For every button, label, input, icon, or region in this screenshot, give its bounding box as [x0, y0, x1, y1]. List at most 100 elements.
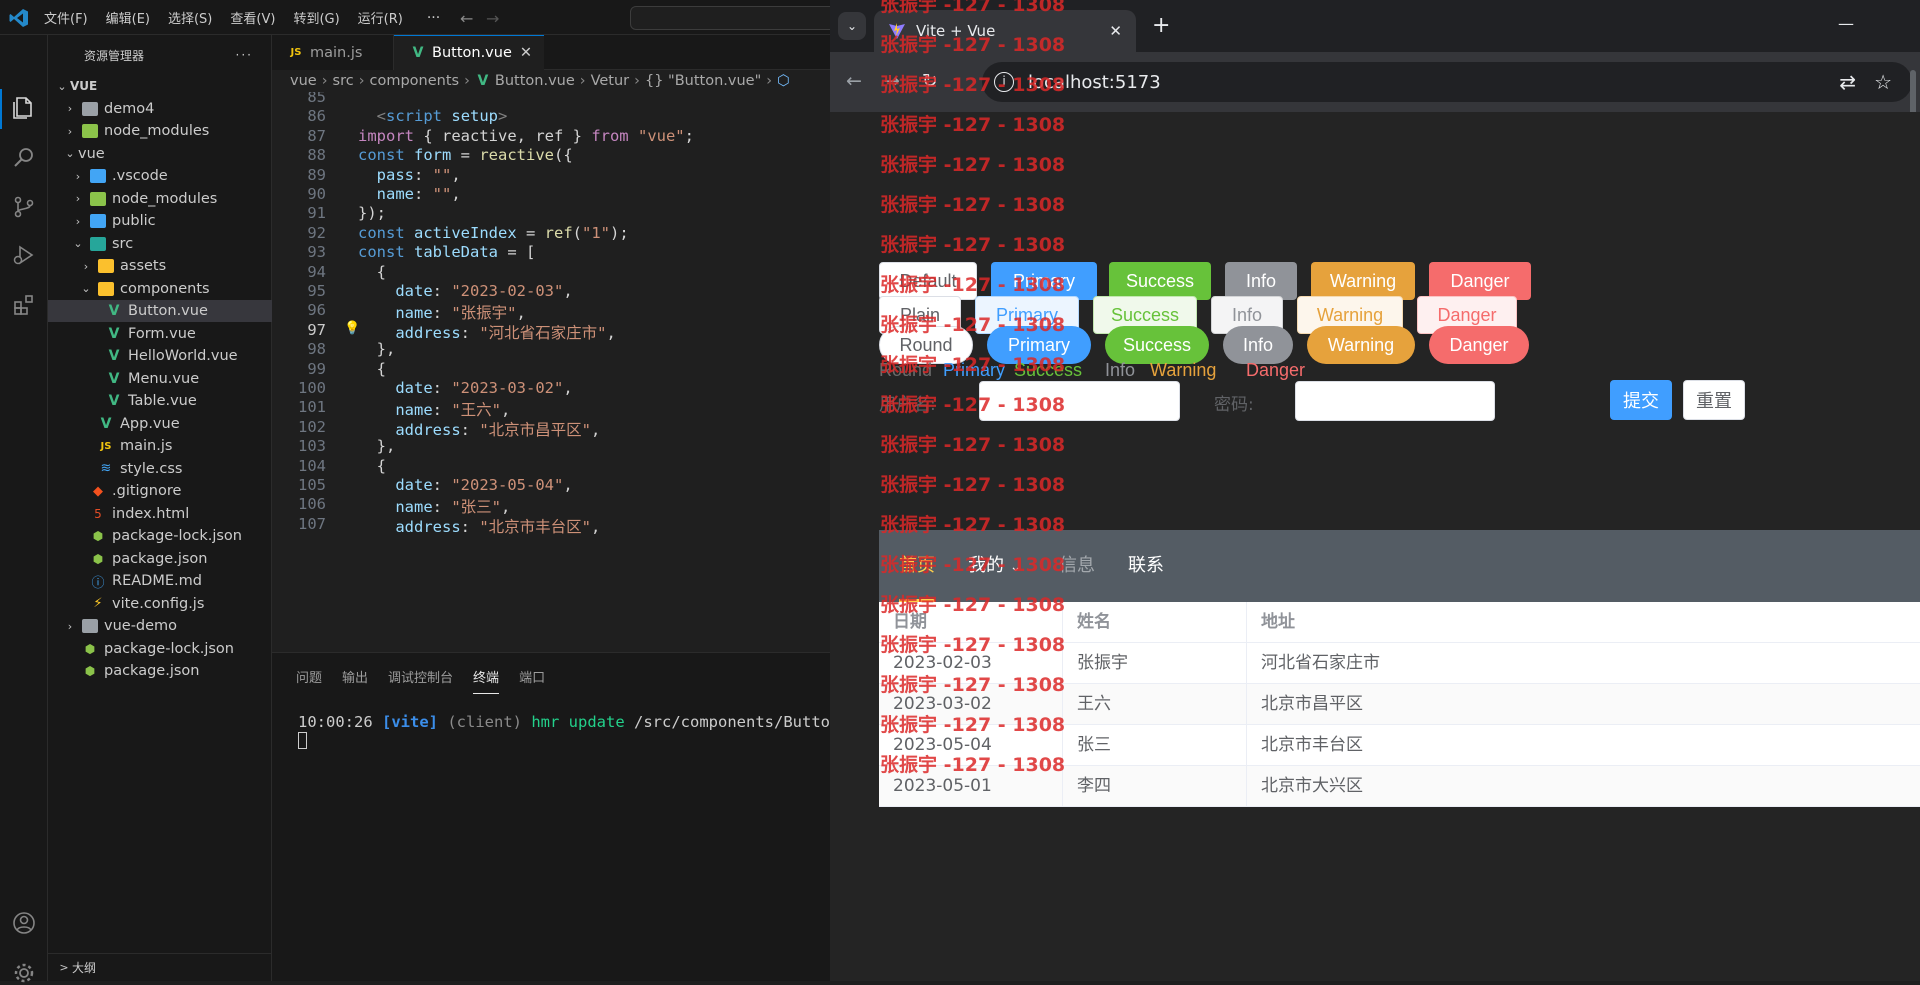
- translate-icon[interactable]: ⇄: [1839, 70, 1856, 94]
- table-row[interactable]: 2023-03-02 王六 北京市昌平区: [879, 684, 1920, 725]
- password-input[interactable]: [1295, 381, 1495, 421]
- menu-file[interactable]: 文件(F): [44, 8, 88, 27]
- danger-text-button[interactable]: Danger: [1246, 360, 1305, 381]
- tree-item[interactable]: V HelloWorld.vue: [48, 345, 272, 367]
- tab-problems[interactable]: 问题: [296, 667, 322, 686]
- tree-item[interactable]: V Menu.vue: [48, 368, 272, 390]
- tab-button-vue[interactable]: V Button.vue ✕: [394, 35, 544, 70]
- close-tab-icon[interactable]: ✕: [520, 45, 532, 61]
- table-row[interactable]: 2023-05-04 张三 北京市丰台区: [879, 725, 1920, 766]
- forward-arrow-icon[interactable]: →: [884, 70, 900, 92]
- account-icon[interactable]: [12, 911, 36, 935]
- explorer-more-button[interactable]: ···: [236, 48, 253, 62]
- success-text-button[interactable]: Success: [1014, 360, 1082, 381]
- tree-item[interactable]: V App.vue: [48, 413, 272, 435]
- info-text-button[interactable]: Info: [1105, 360, 1135, 381]
- info-button[interactable]: Info: [1223, 326, 1293, 364]
- tree-item[interactable]: V Table.vue: [48, 390, 272, 412]
- tab-terminal[interactable]: 终端: [473, 667, 500, 694]
- minimize-button[interactable]: —: [1838, 14, 1854, 33]
- username-input[interactable]: [979, 381, 1180, 421]
- tree-item[interactable]: › assets: [48, 255, 272, 277]
- tree-item[interactable]: › node_modules: [48, 188, 272, 210]
- default-button[interactable]: Default: [879, 262, 977, 300]
- round-button[interactable]: Round: [879, 326, 973, 364]
- menu-more-button[interactable]: ···: [427, 10, 440, 26]
- tree-item[interactable]: ⌄ components: [48, 278, 272, 300]
- tree-item[interactable]: ◆ .gitignore: [48, 480, 272, 502]
- breadcrumb-item[interactable]: Button.vue: [495, 73, 575, 89]
- breadcrumb-item[interactable]: Vetur: [591, 73, 630, 89]
- tab-output[interactable]: 输出: [342, 667, 368, 686]
- info-button[interactable]: Info: [1225, 262, 1297, 300]
- tree-item[interactable]: › public: [48, 210, 272, 232]
- back-arrow-icon[interactable]: ←: [846, 70, 862, 92]
- run-debug-icon[interactable]: [12, 243, 36, 267]
- breadcrumb-item[interactable]: src: [333, 73, 354, 89]
- menu-item-mine[interactable]: 我的 ⌄: [968, 530, 1021, 602]
- menu-view[interactable]: 查看(V): [230, 8, 275, 27]
- tree-item[interactable]: ⓘ README.md: [48, 570, 272, 592]
- command-center-search[interactable]: [630, 6, 840, 30]
- site-info-icon[interactable]: i: [994, 72, 1014, 92]
- tree-item[interactable]: ⬢ package-lock.json: [48, 638, 272, 660]
- danger-button[interactable]: Danger: [1429, 262, 1531, 300]
- tree-item[interactable]: ⬢ package-lock.json: [48, 525, 272, 547]
- tree-item[interactable]: › .vscode: [48, 165, 272, 187]
- reload-icon[interactable]: ↻: [922, 70, 938, 92]
- tree-item[interactable]: ⌄ VUE: [48, 75, 272, 97]
- tab-ports[interactable]: 端口: [519, 667, 545, 686]
- explorer-icon[interactable]: [12, 95, 36, 119]
- tree-item[interactable]: ≋ style.css: [48, 458, 272, 480]
- new-tab-button[interactable]: +: [1152, 13, 1170, 38]
- round-text-button[interactable]: Round: [879, 360, 932, 381]
- tree-item[interactable]: V Button.vue: [48, 300, 272, 322]
- menu-edit[interactable]: 编辑(E): [106, 8, 150, 27]
- back-arrow-icon[interactable]: ←: [460, 9, 473, 28]
- tree-item[interactable]: › demo4: [48, 98, 272, 120]
- terminal-output[interactable]: 10:00:26 [vite] (client) hmr update /src…: [298, 713, 849, 749]
- code-editor[interactable]: 85 86 <script setup> 87 import { reactive, …: [272, 92, 830, 652]
- tree-item[interactable]: ⌄ vue: [48, 143, 272, 165]
- bookmark-star-icon[interactable]: ☆: [1874, 70, 1892, 94]
- tree-item[interactable]: ⬢ package.json: [48, 548, 272, 570]
- breadcrumb-item[interactable]: vue: [290, 73, 317, 89]
- tab-main-js[interactable]: JS main.js: [272, 35, 394, 70]
- tree-item[interactable]: ⚡ vite.config.js: [48, 593, 272, 615]
- menu-item-contact[interactable]: 联系: [1128, 530, 1164, 602]
- primary-text-button[interactable]: Primary: [943, 360, 1005, 381]
- reset-button[interactable]: 重置: [1683, 380, 1745, 420]
- tree-item[interactable]: 5 index.html: [48, 503, 272, 525]
- submit-button[interactable]: 提交: [1610, 380, 1672, 420]
- tree-item[interactable]: ⬢ package.json: [48, 660, 272, 682]
- settings-gear-icon[interactable]: [12, 961, 36, 985]
- address-bar[interactable]: i localhost:5173 ⇄ ☆: [982, 62, 1912, 102]
- success-button[interactable]: Success: [1105, 326, 1209, 364]
- tab-debug-console[interactable]: 调试控制台: [388, 667, 453, 686]
- success-button[interactable]: Success: [1109, 262, 1211, 300]
- menu-item-home[interactable]: 首页: [899, 530, 935, 602]
- forward-arrow-icon[interactable]: →: [486, 9, 499, 28]
- breadcrumb-item[interactable]: {} "Button.vue": [645, 73, 761, 89]
- warning-button[interactable]: Warning: [1311, 262, 1415, 300]
- browser-tab[interactable]: Vite + Vue ✕: [874, 10, 1136, 52]
- tree-item[interactable]: JS main.js: [48, 435, 272, 457]
- warning-button[interactable]: Warning: [1307, 326, 1415, 364]
- primary-button[interactable]: Primary: [987, 326, 1091, 364]
- tree-item[interactable]: › node_modules: [48, 120, 272, 142]
- warning-text-button[interactable]: Warning: [1150, 360, 1216, 381]
- close-tab-icon[interactable]: ✕: [1109, 22, 1122, 40]
- search-icon[interactable]: [12, 145, 36, 169]
- outline-section[interactable]: > 大纲: [48, 953, 272, 981]
- table-row[interactable]: 2023-05-01 李四 北京市大兴区: [879, 766, 1920, 807]
- breadcrumb-item[interactable]: components: [370, 73, 460, 89]
- tree-item[interactable]: ⌄ src: [48, 233, 272, 255]
- menu-run[interactable]: 运行(R): [358, 8, 403, 27]
- tree-item[interactable]: V Form.vue: [48, 323, 272, 345]
- table-row[interactable]: 2023-02-03 张振宇 河北省石家庄市: [879, 643, 1920, 684]
- danger-button[interactable]: Danger: [1429, 326, 1529, 364]
- tab-search-button[interactable]: ⌄: [838, 12, 866, 40]
- source-control-icon[interactable]: [12, 195, 36, 219]
- menu-selection[interactable]: 选择(S): [168, 8, 212, 27]
- code-line[interactable]: 107 address: "北京市丰台区",: [272, 515, 830, 539]
